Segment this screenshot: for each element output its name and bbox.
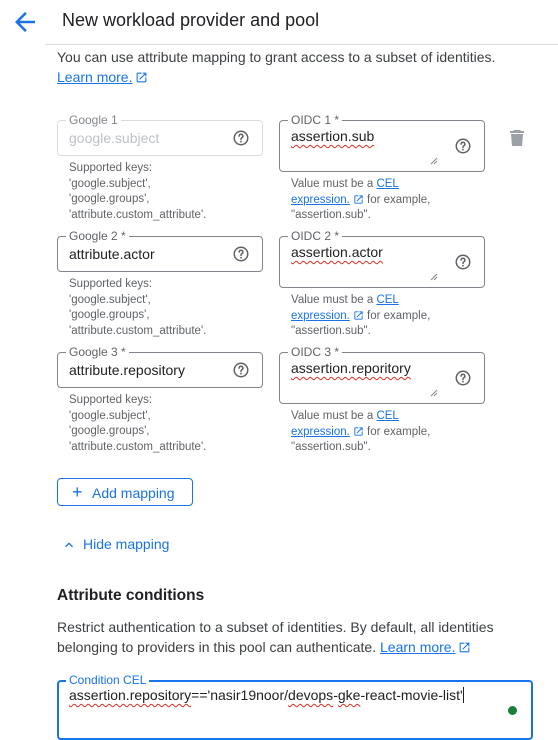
hint-example: "assertion.sub". [291, 325, 371, 337]
resize-handle-icon[interactable] [430, 157, 438, 165]
hint-text: for example, [363, 425, 431, 438]
open-in-new-icon [460, 642, 470, 653]
oidc-3-hint: Value must be a CEL expression. for exam… [291, 409, 430, 456]
hint-line: 'attribute.custom_attribute'. [69, 440, 207, 453]
cel-token: =='nasir19noor/ [191, 687, 289, 703]
hint-line: 'google.groups', [69, 309, 150, 321]
oidc-1-field[interactable]: OIDC 1 * assertion.sub [279, 112, 485, 172]
attribute-conditions-title: Attribute conditions [57, 587, 205, 604]
hint-line: 'google.subject', [69, 293, 151, 306]
hint-line: Supported keys: [69, 278, 153, 290]
google-2-label: Google 2 * [66, 228, 129, 244]
hint-text: for example, [363, 309, 431, 322]
condition-cel-value[interactable]: assertion.repository=='nasir19noor/devop… [69, 687, 464, 703]
hint-text: Value must be a [291, 294, 377, 306]
open-in-new-icon [354, 426, 363, 436]
hint-line: 'google.groups', [69, 193, 150, 205]
hint-line: 'attribute.custom_attribute'. [69, 208, 207, 221]
intro-description: You can use attribute mapping to grant a… [57, 49, 496, 65]
open-in-new-icon [137, 72, 147, 83]
cel-token: -react-movie-list' [360, 687, 463, 703]
google-3-value[interactable]: attribute.repository [69, 362, 185, 378]
hide-mapping-label: Hide mapping [83, 536, 170, 552]
cel-token: assertion.repository [69, 687, 192, 703]
oidc-2-label: OIDC 2 * [288, 228, 343, 244]
hint-line: Supported keys: [69, 162, 153, 174]
header-divider [45, 44, 558, 45]
add-mapping-label: Add mapping [92, 485, 175, 501]
help-circle-icon[interactable] [232, 129, 250, 147]
cel-link[interactable]: CEL [376, 294, 398, 306]
help-circle-icon[interactable] [232, 245, 250, 263]
oidc-3-value[interactable]: assertion.reporitory [291, 360, 411, 376]
google-2-hint: Supported keys: 'google.subject', 'googl… [69, 277, 206, 339]
hint-text: Value must be a [291, 410, 377, 422]
open-in-new-icon [354, 194, 363, 204]
google-1-hint: Supported keys: 'google.subject', 'googl… [69, 161, 206, 223]
hint-text: for example, [363, 193, 431, 206]
cel-token: gke [337, 687, 361, 703]
cel-link[interactable]: CEL [376, 178, 398, 190]
hint-line: Supported keys: [69, 394, 153, 406]
cel-expression-link[interactable]: expression. [291, 426, 350, 438]
google-1-label: Google 1 [66, 112, 121, 128]
hint-text: Value must be a [291, 178, 377, 190]
hint-line: 'google.subject', [69, 177, 151, 190]
status-dot [508, 706, 517, 715]
oidc-2-value[interactable]: assertion.actor [291, 244, 383, 260]
oidc-2-hint: Value must be a CEL expression. for exam… [291, 293, 430, 340]
hint-example: "assertion.sub". [291, 209, 371, 221]
oidc-2-field[interactable]: OIDC 2 * assertion.actor [279, 228, 485, 288]
page-title: New workload provider and pool [62, 10, 320, 30]
oidc-1-hint: Value must be a CEL expression. for exam… [291, 177, 430, 224]
cel-expression-link[interactable]: expression. [291, 310, 350, 322]
condition-cel-field[interactable]: Condition CEL assertion.repository=='nas… [57, 672, 533, 740]
hint-example: "assertion.sub". [291, 441, 371, 453]
cel-token: devops [288, 687, 334, 703]
condition-cel-label: Condition CEL [66, 672, 150, 688]
google-3-field[interactable]: Google 3 * attribute.repository [57, 344, 263, 388]
plus-icon: + [72, 482, 83, 502]
conditions-learn-more-link[interactable]: Learn more. [380, 639, 455, 655]
help-circle-icon[interactable] [454, 137, 472, 155]
oidc-1-value[interactable]: assertion.sub [291, 128, 374, 144]
oidc-3-field[interactable]: OIDC 3 * assertion.reporitory [279, 344, 485, 404]
cel-expression-link[interactable]: expression. [291, 194, 350, 206]
google-2-field[interactable]: Google 2 * attribute.actor [57, 228, 263, 272]
open-in-new-icon [354, 310, 363, 320]
hint-line: 'google.subject', [69, 409, 151, 422]
resize-handle-icon[interactable] [430, 389, 438, 397]
help-circle-icon[interactable] [232, 361, 250, 379]
intro-text: You can use attribute mapping to grant a… [57, 47, 537, 87]
oidc-1-label: OIDC 1 * [288, 112, 343, 128]
oidc-3-label: OIDC 3 * [288, 344, 343, 360]
chevron-up-icon [65, 542, 73, 548]
help-circle-icon[interactable] [454, 253, 472, 271]
google-1-field: Google 1 google.subject [57, 112, 263, 156]
google-1-value: google.subject [69, 130, 160, 146]
google-3-hint: Supported keys: 'google.subject', 'googl… [69, 393, 206, 455]
text-caret [462, 687, 464, 703]
cel-link[interactable]: CEL [376, 410, 398, 422]
google-2-value[interactable]: attribute.actor [69, 246, 155, 262]
resize-handle-icon[interactable] [430, 273, 438, 281]
trash-icon[interactable] [509, 129, 525, 147]
learn-more-link[interactable]: Learn more. [57, 69, 132, 85]
help-circle-icon[interactable] [454, 369, 472, 387]
attribute-conditions-description: Restrict authentication to a subset of i… [57, 617, 527, 657]
add-mapping-button[interactable]: + Add mapping [57, 478, 193, 506]
hint-line: 'attribute.custom_attribute'. [69, 324, 207, 337]
page-header: New workload provider and pool [0, 0, 558, 44]
google-3-label: Google 3 * [66, 344, 129, 360]
hint-line: 'google.groups', [69, 425, 150, 437]
arrow-back-icon[interactable] [10, 7, 40, 37]
